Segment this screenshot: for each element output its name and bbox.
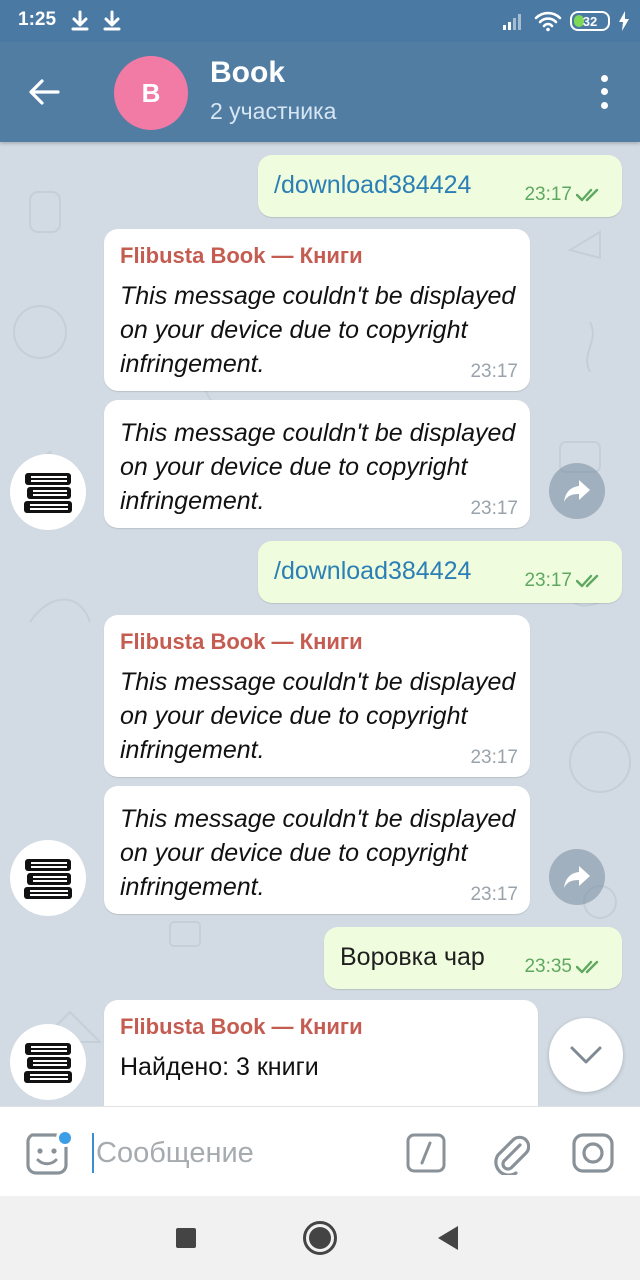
battery-indicator: 32 — [570, 11, 610, 31]
share-button[interactable] — [549, 849, 605, 905]
sender-name[interactable]: Flibusta Book — Книги — [120, 243, 363, 269]
message-time: 23:17 — [470, 884, 518, 905]
sender-name[interactable]: Flibusta Book — Книги — [120, 1014, 363, 1040]
home-button[interactable] — [303, 1221, 337, 1255]
message-composer — [0, 1106, 640, 1196]
status-bar: 1:25 32 — [0, 0, 640, 42]
read-checks-icon — [576, 188, 599, 202]
bot-avatar[interactable] — [10, 454, 86, 530]
chat-avatar[interactable]: B — [114, 56, 188, 130]
share-icon — [564, 480, 590, 502]
new-indicator-dot — [56, 1129, 74, 1147]
back-button[interactable] — [22, 70, 66, 114]
books-stack-icon — [24, 473, 72, 513]
message-text: This message couldn't be displayed on yo… — [120, 805, 516, 901]
camera-icon[interactable] — [572, 1133, 614, 1173]
message-text[interactable]: /download384424 — [274, 171, 471, 200]
sender-name[interactable]: Flibusta Book — Книги — [120, 629, 363, 655]
outgoing-message[interactable]: /download384424 23:17 — [258, 155, 622, 217]
paperclip-icon[interactable] — [490, 1131, 530, 1175]
incoming-message[interactable]: This message couldn't be displayed on yo… — [104, 786, 530, 914]
message-list[interactable]: /download384424 23:17 Flibusta Book — Кн… — [0, 142, 640, 1106]
chevron-down-icon — [570, 1046, 602, 1064]
message-input[interactable] — [96, 1133, 386, 1173]
message-text: Найдено: 3 книги — [120, 1053, 319, 1081]
share-icon — [564, 866, 590, 888]
outgoing-message[interactable]: Воровка чар 23:35 — [324, 927, 622, 989]
message-text: Воровка чар — [340, 943, 485, 971]
slash-command-icon[interactable] — [406, 1133, 446, 1173]
battery-level: 32 — [582, 13, 598, 29]
system-back-button[interactable] — [438, 1226, 458, 1250]
message-text: This message couldn't be displayed on yo… — [120, 282, 516, 378]
share-button[interactable] — [549, 463, 605, 519]
recents-button[interactable] — [176, 1228, 196, 1248]
chat-header: B Book 2 участника — [0, 42, 640, 142]
message-text[interactable]: /download384424 — [274, 557, 471, 586]
incoming-message[interactable]: This message couldn't be displayed on yo… — [104, 400, 530, 528]
message-time: 23:17 — [524, 184, 572, 205]
message-time: 23:17 — [524, 570, 572, 591]
books-stack-icon — [24, 1043, 72, 1083]
scroll-down-button[interactable] — [549, 1018, 623, 1092]
chat-title[interactable]: Book — [210, 56, 285, 90]
download-icon — [103, 10, 121, 31]
more-vertical-icon[interactable] — [594, 72, 614, 112]
message-text: This message couldn't be displayed on yo… — [120, 668, 516, 764]
signal-icon — [503, 14, 521, 30]
system-nav-bar — [0, 1196, 640, 1280]
bot-avatar[interactable] — [10, 1024, 86, 1100]
text-caret — [92, 1133, 94, 1173]
read-checks-icon — [576, 574, 599, 588]
message-text: This message couldn't be displayed on yo… — [120, 419, 516, 515]
outgoing-message[interactable]: /download384424 23:17 — [258, 541, 622, 603]
message-time: 23:35 — [524, 956, 572, 977]
chat-member-count: 2 участника — [210, 98, 337, 124]
message-time: 23:17 — [470, 361, 518, 382]
bot-avatar[interactable] — [10, 840, 86, 916]
message-time: 23:17 — [470, 747, 518, 768]
charging-icon — [619, 11, 629, 31]
wifi-icon — [534, 11, 562, 32]
incoming-message[interactable]: Flibusta Book — Книги This message could… — [104, 229, 530, 391]
download-icon — [71, 10, 89, 31]
books-stack-icon — [24, 859, 72, 899]
status-time: 1:25 — [18, 9, 57, 30]
message-time: 23:17 — [470, 498, 518, 519]
arrow-left-icon — [29, 79, 60, 105]
incoming-message[interactable]: Flibusta Book — Книги Найдено: 3 книги — [104, 1000, 538, 1106]
incoming-message[interactable]: Flibusta Book — Книги This message could… — [104, 615, 530, 777]
read-checks-icon — [576, 960, 599, 974]
